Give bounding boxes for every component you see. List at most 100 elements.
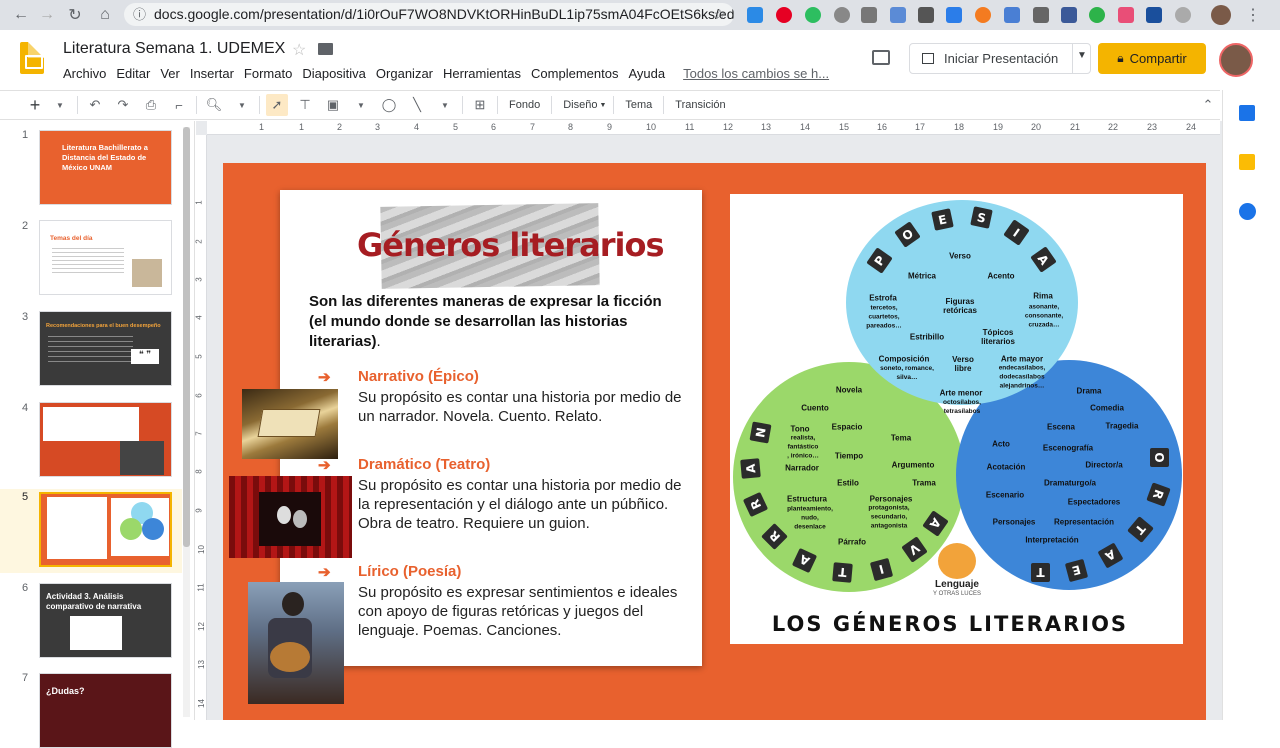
image-icon[interactable]: ▣ xyxy=(322,94,344,116)
menu-archivo[interactable]: Archivo xyxy=(63,66,106,81)
definition-text[interactable]: Son las diferentes maneras de expresar l… xyxy=(309,292,669,352)
term: Interpretación xyxy=(1025,535,1079,545)
site-info-icon[interactable]: ⓘ xyxy=(133,3,146,26)
slide-thumbnail-4[interactable] xyxy=(39,402,172,477)
genre-heading-lirico[interactable]: Lírico (Poesía) xyxy=(358,563,461,580)
theme-button[interactable]: Tema xyxy=(625,99,652,111)
slide-thumbnail-5[interactable] xyxy=(39,492,172,567)
slide-thumbnail-2[interactable]: Temas del día xyxy=(39,220,172,295)
menu-diapositiva[interactable]: Diapositiva xyxy=(302,66,366,81)
term: Drama xyxy=(1076,386,1102,396)
home-icon[interactable]: ⌂ xyxy=(92,2,118,28)
extension2-icon[interactable] xyxy=(918,7,934,23)
select-cursor-icon[interactable]: ➚ xyxy=(266,94,288,116)
layout-button[interactable]: Diseño xyxy=(563,99,597,111)
save-status[interactable]: Todos los cambios se h... xyxy=(683,66,829,81)
menu-editar[interactable]: Editar xyxy=(116,66,150,81)
ruler-tick-label: 15 xyxy=(839,122,850,132)
term-detail: asonante, consonante, cruzada… xyxy=(1024,303,1064,329)
forward-icon[interactable]: → xyxy=(34,2,60,28)
tasks-icon[interactable] xyxy=(1239,203,1256,220)
genre-text-lirico[interactable]: Su propósito es expresar sentimientos e … xyxy=(358,583,693,640)
menu-complementos[interactable]: Complementos xyxy=(531,66,618,81)
back-icon[interactable]: ← xyxy=(8,2,34,28)
chrome-menu-icon[interactable]: ⋮ xyxy=(1240,2,1266,28)
star-icon[interactable]: ☆ xyxy=(292,40,306,60)
ruler-tick-label: 17 xyxy=(915,122,926,132)
calendar-icon[interactable] xyxy=(1239,105,1255,121)
folder-icon[interactable] xyxy=(318,43,333,55)
iq-icon[interactable] xyxy=(946,7,962,23)
comment-icon[interactable] xyxy=(872,50,890,65)
term: Rima xyxy=(1033,291,1053,301)
extension7-icon[interactable] xyxy=(1175,7,1191,23)
slide-title[interactable]: Géneros literarios xyxy=(357,226,664,264)
genre-text-dramatico[interactable]: Su propósito es contar una historia por … xyxy=(358,476,693,533)
extension3-icon[interactable] xyxy=(975,7,991,23)
flag-icon[interactable] xyxy=(1033,7,1049,23)
slide-thumbnail-7[interactable]: ¿Dudas? xyxy=(39,673,172,748)
pinterest-icon[interactable] xyxy=(776,7,792,23)
shield-icon[interactable] xyxy=(890,7,906,23)
cloud-icon[interactable] xyxy=(861,7,877,23)
book-photo[interactable] xyxy=(242,389,338,459)
share-button[interactable]: 🔒︎ Compartir xyxy=(1098,43,1206,74)
slide-thumbnail-1[interactable]: Literatura Bachillerato a Distancia del … xyxy=(39,130,172,205)
slide-thumbnail-3[interactable]: Recomendaciones para el buen desempeño ❝… xyxy=(39,311,172,386)
drive-icon[interactable] xyxy=(747,7,763,23)
guitarist-painting[interactable] xyxy=(248,582,344,704)
redo-icon[interactable]: ↷ xyxy=(112,94,134,116)
zoom-icon[interactable]: 🔍︎ xyxy=(203,94,225,116)
image-dropdown-icon[interactable]: ▼ xyxy=(350,94,372,116)
facebook-icon[interactable] xyxy=(1061,7,1077,23)
filmstrip-scrollbar[interactable] xyxy=(183,127,190,717)
extension-icon[interactable] xyxy=(834,7,850,23)
document-title[interactable]: Literatura Semana 1. UDEMEX xyxy=(63,40,285,58)
genre-heading-narrativo[interactable]: Narrativo (Épico) xyxy=(358,368,479,385)
new-slide-dropdown-icon[interactable]: ▼ xyxy=(49,94,71,116)
transition-button[interactable]: Transición xyxy=(675,99,725,111)
extension6-icon[interactable] xyxy=(1118,7,1134,23)
layout-dropdown-icon[interactable]: ▼ xyxy=(599,102,606,109)
lock-icon: 🔒︎ xyxy=(1117,51,1124,65)
mini-circle xyxy=(120,518,142,540)
profile-avatar[interactable] xyxy=(1211,5,1231,25)
evernote-icon[interactable] xyxy=(805,7,821,23)
genre-text-narrativo[interactable]: Su propósito es contar una historia por … xyxy=(358,388,693,426)
slide-thumbnail-6[interactable]: Actividad 3. Análisis comparativo de nar… xyxy=(39,583,172,658)
bookmark-star-icon[interactable]: ☆ xyxy=(713,3,726,26)
zoom-dropdown-icon[interactable]: ▼ xyxy=(231,94,253,116)
address-bar[interactable]: ⓘ docs.google.com/presentation/d/1i0rOuF… xyxy=(124,3,734,26)
menu-formato[interactable]: Formato xyxy=(244,66,292,81)
present-button[interactable]: Iniciar Presentación ▼ xyxy=(909,43,1091,74)
menu-ver[interactable]: Ver xyxy=(160,66,180,81)
horizontal-ruler: 1 1 2 3 4 5 6 7 8 9 10 11 12 13 14 15 16 17 18 19 20 21 22 23 24 xyxy=(207,121,1220,135)
collapse-toolbar-icon[interactable]: ⌃ xyxy=(1197,94,1219,116)
reload-icon[interactable]: ↻ xyxy=(62,2,88,28)
slides-logo-icon[interactable] xyxy=(20,42,44,74)
line-dropdown-icon[interactable]: ▼ xyxy=(434,94,456,116)
shape-icon[interactable]: ◯ xyxy=(378,94,400,116)
undo-icon[interactable]: ↶ xyxy=(84,94,106,116)
menu-ayuda[interactable]: Ayuda xyxy=(628,66,665,81)
keep-icon[interactable] xyxy=(1239,154,1255,170)
extension4-icon[interactable] xyxy=(1004,7,1020,23)
download-icon[interactable] xyxy=(1146,7,1162,23)
menu-organizar[interactable]: Organizar xyxy=(376,66,433,81)
menu-insertar[interactable]: Insertar xyxy=(190,66,234,81)
account-avatar[interactable] xyxy=(1219,43,1253,77)
theater-photo[interactable] xyxy=(229,476,352,558)
extension5-icon[interactable] xyxy=(1089,7,1105,23)
genre-heading-dramatico[interactable]: Dramático (Teatro) xyxy=(358,456,490,473)
paint-format-icon[interactable]: ⌐ xyxy=(168,94,190,116)
chevron-down-icon[interactable]: ▼ xyxy=(1077,50,1087,61)
background-button[interactable]: Fondo xyxy=(509,99,540,111)
ruler-tick-label: 11 xyxy=(685,122,695,132)
menu-herramientas[interactable]: Herramientas xyxy=(443,66,521,81)
line-icon[interactable]: ╲ xyxy=(406,94,428,116)
text-box-icon[interactable]: ⊤ xyxy=(294,94,316,116)
print-icon[interactable]: ⎙ xyxy=(140,94,162,116)
scrollbar-thumb[interactable] xyxy=(183,127,190,547)
comment-add-icon[interactable]: ⊞ xyxy=(469,94,491,116)
new-slide-icon[interactable]: + xyxy=(24,94,46,116)
